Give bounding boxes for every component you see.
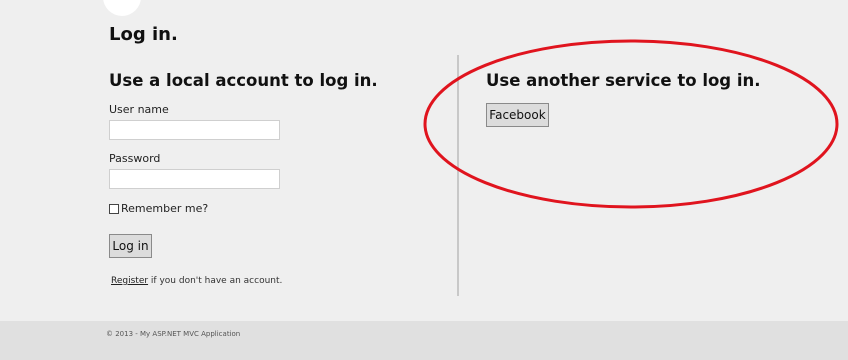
external-login-heading: Use another service to log in. — [486, 71, 761, 90]
local-login-heading: Use a local account to log in. — [109, 71, 378, 90]
register-link[interactable]: Register — [111, 276, 148, 286]
page-title: Log in. — [109, 24, 178, 45]
username-input[interactable] — [109, 120, 280, 140]
column-divider — [457, 55, 459, 296]
register-suffix: if you don't have an account. — [148, 276, 283, 286]
facebook-login-button[interactable]: Facebook — [486, 103, 549, 127]
username-label: User name — [109, 103, 169, 116]
password-label: Password — [109, 152, 161, 165]
login-button[interactable]: Log in — [109, 234, 152, 258]
logo-circle — [103, 0, 141, 16]
remember-me-label: Remember me? — [121, 202, 209, 215]
register-line: Register if you don't have an account. — [111, 276, 282, 286]
footer: © 2013 - My ASP.NET MVC Application — [0, 321, 848, 360]
remember-me-row[interactable]: Remember me? — [109, 202, 208, 215]
password-input[interactable] — [109, 169, 280, 189]
footer-copyright: © 2013 - My ASP.NET MVC Application — [106, 330, 241, 338]
remember-me-checkbox[interactable] — [109, 203, 119, 214]
